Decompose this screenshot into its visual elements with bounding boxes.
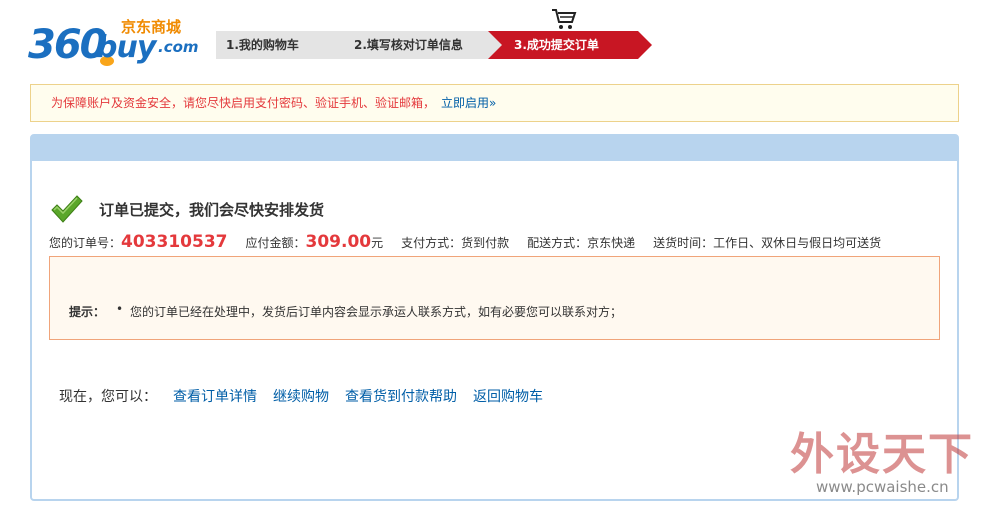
actions-prefix: 现在，您可以：	[59, 389, 157, 405]
notice-text: 为保障账户及资金安全，请您尽快启用支付密码、验证手机、验证邮箱，	[51, 96, 436, 110]
amount-value: 309.00	[305, 232, 372, 252]
site-logo[interactable]: 360 buy .com 京东商城	[28, 14, 199, 68]
tip-bullet: •	[116, 302, 124, 316]
step-arrow	[488, 31, 502, 59]
amount-unit: 元	[371, 236, 384, 250]
shopping-cart-icon	[552, 9, 577, 29]
order-number-label: 您的订单号：	[49, 236, 122, 250]
tip-text: 您的订单已经在处理中，发货后订单内容会显示承运人联系方式，如有必要您可以联系对方…	[130, 305, 623, 319]
step-fill-order: 2.填写核对订单信息	[336, 31, 488, 59]
view-order-detail-link[interactable]: 查看订单详情	[173, 389, 257, 405]
watermark-logo: 外设天下	[790, 429, 974, 480]
step-submitted: 3.成功提交订单	[488, 31, 638, 59]
amount-label: 应付金额：	[245, 236, 306, 250]
success-heading: 订单已提交，我们会尽快安排发货	[49, 192, 324, 226]
tip-box: 提示： • 您的订单已经在处理中，发货后订单内容会显示承运人联系方式，如有必要您…	[49, 256, 940, 340]
logo-number: 360	[28, 22, 107, 68]
checkmark-icon	[51, 195, 83, 223]
continue-shopping-link[interactable]: 继续购物	[273, 389, 329, 405]
back-to-cart-link[interactable]: 返回购物车	[473, 389, 543, 405]
order-summary: 您的订单号：403310537 应付金额：309.00元 支付方式：货到付款 配送方式…	[49, 232, 881, 252]
shipping-method: 配送方式：京东快递	[527, 236, 636, 250]
step-cart: 1.我的购物车	[216, 31, 336, 59]
panel-header-bar	[32, 136, 957, 161]
enable-now-link[interactable]: 立即启用»	[441, 96, 496, 110]
order-number: 403310537	[121, 232, 228, 252]
watermark: 外设天下 www.pcwaishe.cn	[790, 418, 975, 498]
watermark-url: www.pcwaishe.cn	[816, 478, 949, 496]
cod-help-link[interactable]: 查看货到付款帮助	[345, 389, 457, 405]
tip-label: 提示：	[69, 305, 106, 319]
logo-cn: 京东商城	[121, 18, 182, 36]
success-title: 订单已提交，我们会尽快安排发货	[99, 200, 325, 219]
next-actions: 现在，您可以： 查看订单详情 继续购物 查看货到付款帮助 返回购物车	[59, 386, 543, 406]
delivery-time: 送货时间：工作日、双休日与假日均可送货	[653, 236, 882, 250]
logo-com: .com	[158, 38, 199, 56]
step-arrow-active	[638, 31, 652, 59]
security-notice: 为保障账户及资金安全，请您尽快启用支付密码、验证手机、验证邮箱， 立即启用»	[30, 84, 959, 122]
payment-method: 支付方式：货到付款	[401, 236, 510, 250]
